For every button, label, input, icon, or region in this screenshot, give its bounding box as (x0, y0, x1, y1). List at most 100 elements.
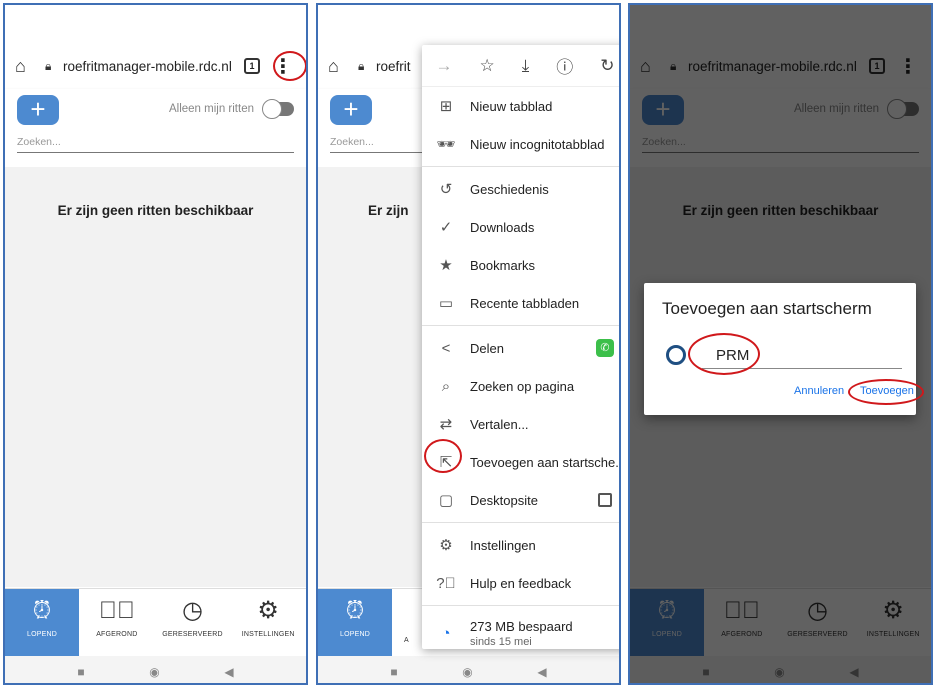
gear-icon: ⚙ (257, 597, 279, 624)
nav-lopend[interactable]: ⏰︎ LOPEND (318, 589, 392, 656)
menu-item-history[interactable]: ↺ Geschiedenis (422, 170, 619, 208)
data-saver-text: 273 MB bespaard sinds 15 mei (470, 619, 573, 648)
nav-label: AFGEROND (96, 631, 138, 638)
app-icon (666, 345, 686, 365)
menu-item-label: Desktopsite (470, 492, 538, 508)
divider (422, 325, 619, 326)
search-input[interactable]: Zoeken... (17, 133, 294, 153)
home-button-icon[interactable]: ◉ (149, 665, 159, 679)
menu-item-label: Hulp en feedback (470, 575, 572, 591)
divider (422, 166, 619, 167)
gear-icon: ⚙ (439, 537, 453, 554)
menu-item-share[interactable]: < Delen ✆ (422, 329, 619, 367)
menu-toolbar: → ☆ ⤓ ⓘ ↻ (422, 45, 619, 87)
menu-item-label: Nieuw tabblad (470, 98, 553, 114)
only-mine-toggle[interactable] (262, 99, 294, 119)
browser-toolbar: ⌂ 🔒︎ roefritmanager-mobile.rdc.nl 1 ⋮ (5, 43, 306, 89)
nav-afgerond[interactable]: ✓⃝ AFGEROND (79, 589, 155, 656)
desktop-icon: ▢ (438, 492, 454, 509)
menu-item-label: Toevoegen aan startsche... (470, 454, 621, 470)
nav-instellingen[interactable]: ⚙ INSTELLINGEN (230, 589, 306, 656)
menu-item-incognito[interactable]: 🕶︎ Nieuw incognitotabblad (422, 125, 619, 163)
incognito-icon: 🕶︎ (436, 136, 456, 153)
bottom-nav: ⏰︎ LOPEND ✓⃝ AFGEROND ◷ GERESERVEERD ⚙ I… (5, 588, 306, 656)
menu-item-label: Downloads (470, 219, 535, 235)
nav-label: LOPEND (27, 631, 57, 638)
menu-item-bookmarks[interactable]: ★ Bookmarks (422, 246, 619, 284)
home-icon[interactable]: ⌂ (15, 56, 37, 77)
chrome-overflow-menu: → ☆ ⤓ ⓘ ↻ ⊞ Nieuw tabblad 🕶︎ Nieuw incog… (422, 45, 621, 649)
highlight-circle-menu (273, 51, 306, 81)
lock-icon[interactable]: 🔒︎ (45, 59, 59, 74)
system-nav: ■ ◉ ◀ (318, 656, 619, 683)
share-icon: < (441, 339, 451, 357)
menu-item-settings[interactable]: ⚙ Instellingen (422, 526, 619, 564)
highlight-circle-add (848, 379, 924, 405)
menu-item-new-tab[interactable]: ⊞ Nieuw tabblad (422, 87, 619, 125)
app-header: + Alleen mijn ritten Zoeken... (5, 89, 306, 167)
only-mine-label: Alleen mijn ritten (168, 103, 254, 115)
data-saver-subtitle: sinds 15 mei (470, 635, 532, 648)
recents-icon[interactable]: ■ (77, 665, 84, 679)
menu-item-label: Nieuw incognitotabblad (470, 136, 605, 152)
forward-icon[interactable]: → (435, 56, 452, 76)
check-circle-icon: ✓⃝ (98, 597, 135, 624)
nav-label: LOPEND (340, 631, 370, 638)
divider (422, 605, 619, 606)
menu-item-desktop-site[interactable]: ▢ Desktopsite (422, 481, 619, 519)
star-icon: ★ (439, 257, 453, 274)
menu-item-label: Recente tabbladen (470, 295, 580, 311)
menu-item-help[interactable]: ?⃝ Hulp en feedback (422, 564, 619, 602)
menu-item-label: Geschiedenis (470, 181, 549, 197)
download-icon[interactable]: ⤓ (522, 56, 530, 76)
menu-item-label: Bookmarks (470, 257, 536, 273)
menu-item-translate[interactable]: ⇄ Vertalen... (422, 405, 619, 443)
highlight-circle-name (688, 333, 760, 375)
data-saver-icon: ◔ (441, 624, 451, 642)
home-icon[interactable]: ⌂ (328, 56, 350, 77)
find-in-page-icon: ⌕ (441, 377, 451, 395)
highlight-circle-add-to-home (424, 439, 462, 473)
back-icon[interactable]: ◀ (537, 665, 546, 679)
ride-list: Er zijn geen ritten beschikbaar (5, 167, 306, 587)
screen-3: ⌂ 🔒︎ roefritmanager-mobile.rdc.nl 1 ⋮ + … (628, 3, 933, 685)
home-button-icon[interactable]: ◉ (462, 665, 472, 679)
clock-icon: ◷ (182, 597, 203, 624)
recents-icon[interactable]: ■ (390, 665, 397, 679)
nav-label: INSTELLINGEN (241, 631, 295, 638)
menu-item-label: Instellingen (470, 537, 536, 553)
alarm-clock-icon: ⏰︎ (32, 597, 52, 624)
dialog-title: Toevoegen aan startscherm (662, 299, 872, 318)
alarm-clock-icon: ⏰︎ (345, 597, 365, 624)
screen-1: ⌂ 🔒︎ roefritmanager-mobile.rdc.nl 1 ⋮ + … (3, 3, 308, 685)
empty-message: Er zijn geen ritten beschikbaar (57, 203, 254, 218)
reload-icon[interactable]: ↻ (600, 56, 614, 76)
divider (422, 522, 619, 523)
add-ride-button[interactable]: + (330, 95, 372, 125)
menu-item-find-in-page[interactable]: ⌕ Zoeken op pagina (422, 367, 619, 405)
back-icon[interactable]: ◀ (224, 665, 233, 679)
history-icon: ↺ (439, 181, 453, 198)
desktop-site-checkbox[interactable] (598, 493, 612, 507)
menu-item-downloads[interactable]: ✓ Downloads (422, 208, 619, 246)
menu-item-label: Vertalen... (470, 416, 529, 432)
help-icon: ?⃝ (436, 574, 456, 592)
menu-item-data-saver[interactable]: ◔ 273 MB bespaard sinds 15 mei (422, 609, 619, 657)
menu-item-label: Delen (470, 340, 504, 356)
nav-lopend[interactable]: ⏰︎ LOPEND (5, 589, 79, 656)
translate-icon: ⇄ (439, 416, 453, 433)
info-icon[interactable]: ⓘ (556, 53, 573, 78)
whatsapp-icon[interactable]: ✆ (596, 339, 614, 357)
nav-gereserveerd[interactable]: ◷ GERESERVEERD (155, 589, 231, 656)
url-field[interactable]: roefritmanager-mobile.rdc.nl (63, 59, 236, 74)
screen-2: ⌂ 🔒︎ roefrit + Zoeken... Er zijn ⏰︎ LOPE… (316, 3, 621, 685)
system-nav: ■ ◉ ◀ (5, 656, 306, 683)
new-tab-icon: ⊞ (439, 98, 453, 115)
add-ride-button[interactable]: + (17, 95, 59, 125)
nav-label: GERESERVEERD (162, 631, 223, 638)
cancel-button[interactable]: Annuleren (794, 385, 844, 397)
tab-switcher-button[interactable]: 1 (244, 58, 260, 74)
bookmark-star-icon[interactable]: ☆ (479, 56, 494, 76)
lock-icon[interactable]: 🔒︎ (358, 59, 372, 74)
menu-item-recent-tabs[interactable]: ▭ Recente tabbladen (422, 284, 619, 322)
